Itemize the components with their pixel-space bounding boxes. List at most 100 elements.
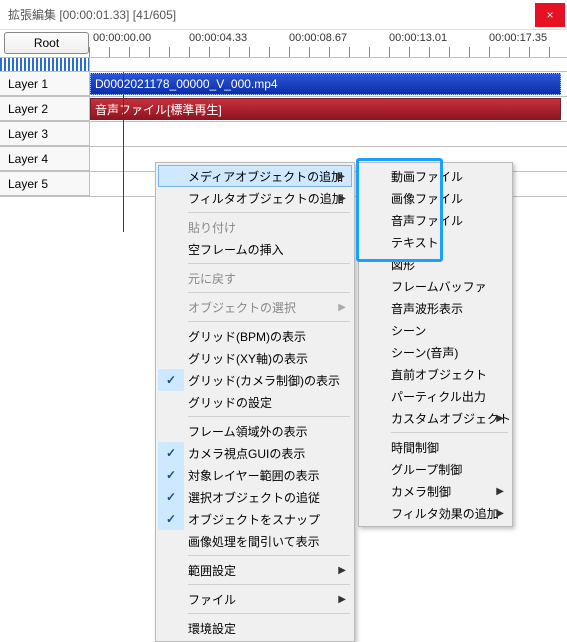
ruler-tick: 00:00:17.35 (489, 32, 547, 44)
submenu-prev-obj[interactable]: 直前オブジェクト (361, 363, 510, 385)
waveform-row (0, 58, 567, 72)
submenu-shape[interactable]: 図形 (361, 253, 510, 275)
ruler[interactable]: 00:00:00.00 00:00:04.33 00:00:08.67 00:0… (89, 30, 567, 57)
submenu-video-file[interactable]: 動画ファイル (361, 165, 510, 187)
menu-item-label: 画像ファイル (391, 190, 463, 207)
menu-item-label: 画像処理を間引いて表示 (188, 533, 320, 550)
submenu-image-file[interactable]: 画像ファイル (361, 187, 510, 209)
menu-file[interactable]: ファイル ▶ (158, 588, 352, 610)
menu-add-filter[interactable]: フィルタオブジェクトの追加 ▶ (158, 187, 352, 209)
menu-item-label: 直前オブジェクト (391, 366, 487, 383)
submenu-time-ctrl[interactable]: 時間制御 (361, 436, 510, 458)
ruler-tick: 00:00:04.33 (189, 32, 247, 44)
chevron-right-icon: ▶ (496, 413, 504, 424)
chevron-right-icon: ▶ (338, 565, 346, 576)
menu-frame-outside[interactable]: フレーム領域外の表示 (158, 420, 352, 442)
submenu-camera-ctrl[interactable]: カメラ制御 ▶ (361, 480, 510, 502)
menu-thin-image[interactable]: 画像処理を間引いて表示 (158, 530, 352, 552)
menu-insert-empty[interactable]: 空フレームの挿入 (158, 238, 352, 260)
context-menu: メディアオブジェクトの追加 ▶ フィルタオブジェクトの追加 ▶ 貼り付け 空フレ… (155, 162, 355, 642)
submenu-particle[interactable]: パーティクル出力 (361, 385, 510, 407)
menu-select-obj[interactable]: オブジェクトの選択 ▶ (158, 296, 352, 318)
ruler-marks (89, 47, 567, 57)
playhead[interactable] (123, 72, 124, 232)
menu-grid-settings[interactable]: グリッドの設定 (158, 391, 352, 413)
menu-item-label: グループ制御 (391, 461, 462, 478)
clip-video[interactable]: D0002021178_00000_V_000.mp4 (90, 73, 561, 95)
submenu-add-filter-effect[interactable]: フィルタ効果の追加 ▶ (361, 502, 510, 524)
titlebar: 拡張編集 [00:00:01.33] [41/605] × (0, 0, 567, 30)
submenu-audio-file[interactable]: 音声ファイル (361, 209, 510, 231)
menu-item-label: ファイル (188, 591, 236, 608)
menu-separator (188, 292, 350, 293)
submenu-scene-audio[interactable]: シーン(音声) (361, 341, 510, 363)
layer-row: Layer 3 (0, 122, 567, 147)
menu-item-label: フレーム領域外の表示 (188, 423, 308, 440)
menu-item-label: パーティクル出力 (391, 388, 486, 405)
menu-item-label: カメラ視点GUIの表示 (188, 445, 305, 462)
menu-item-label: テキスト (391, 234, 439, 251)
menu-separator (391, 432, 508, 433)
menu-item-label: カスタムオブジェクト (391, 410, 511, 427)
menu-paste[interactable]: 貼り付け (158, 216, 352, 238)
menu-item-label: 対象レイヤー範囲の表示 (188, 467, 320, 484)
submenu-wave-display[interactable]: 音声波形表示 (361, 297, 510, 319)
menu-camera-gui[interactable]: ✓ カメラ視点GUIの表示 (158, 442, 352, 464)
menu-range-settings[interactable]: 範囲設定 ▶ (158, 559, 352, 581)
menu-item-label: フィルタ効果の追加 (391, 505, 499, 522)
menu-undo[interactable]: 元に戻す (158, 267, 352, 289)
chevron-right-icon: ▶ (338, 302, 346, 313)
submenu-custom-obj[interactable]: カスタムオブジェクト ▶ (361, 407, 510, 429)
menu-item-label: カメラ制御 (391, 483, 451, 500)
menu-item-label: 選択オブジェクトの追従 (188, 489, 320, 506)
ruler-tick: 00:00:08.67 (289, 32, 347, 44)
close-button[interactable]: × (535, 3, 565, 27)
menu-item-label: 環境設定 (188, 620, 236, 637)
menu-item-label: 音声ファイル (391, 212, 463, 229)
track-1[interactable]: D0002021178_00000_V_000.mp4 (90, 72, 567, 96)
menu-separator (188, 263, 350, 264)
clip-audio[interactable]: 音声ファイル[標準再生] (90, 98, 561, 120)
menu-follow-sel[interactable]: ✓ 選択オブジェクトの追従 (158, 486, 352, 508)
chevron-right-icon: ▶ (338, 594, 346, 605)
layer-label-5[interactable]: Layer 5 (0, 172, 90, 196)
chevron-right-icon: ▶ (496, 486, 504, 497)
menu-item-label: シーン (391, 322, 426, 339)
track-2[interactable]: 音声ファイル[標準再生] (90, 97, 567, 121)
layer-label-1[interactable]: Layer 1 (0, 72, 90, 96)
menu-add-media[interactable]: メディアオブジェクトの追加 ▶ (158, 165, 352, 187)
waveform-area[interactable] (90, 58, 567, 71)
menu-separator (188, 555, 350, 556)
menu-item-label: 元に戻す (188, 270, 236, 287)
menu-item-label: シーン(音声) (391, 344, 458, 361)
menu-item-label: グリッド(XY軸)の表示 (188, 350, 308, 367)
clip-audio-label: 音声ファイル[標準再生] (95, 101, 222, 118)
submenu-framebuffer[interactable]: フレームバッファ (361, 275, 510, 297)
track-3[interactable] (90, 122, 567, 146)
menu-item-label: グリッド(BPM)の表示 (188, 328, 306, 345)
window-title: 拡張編集 [00:00:01.33] [41/605] (8, 6, 176, 23)
root-button[interactable]: Root (4, 32, 89, 54)
menu-env[interactable]: 環境設定 (158, 617, 352, 639)
check-icon: ✓ (158, 442, 184, 464)
menu-item-label: オブジェクトをスナップ (188, 511, 320, 528)
menu-separator (188, 613, 350, 614)
submenu-scene[interactable]: シーン (361, 319, 510, 341)
menu-grid-bpm[interactable]: グリッド(BPM)の表示 (158, 325, 352, 347)
root-button-label: Root (34, 36, 59, 50)
layer-label-4[interactable]: Layer 4 (0, 147, 90, 171)
menu-snap[interactable]: ✓ オブジェクトをスナップ (158, 508, 352, 530)
submenu-group-ctrl[interactable]: グループ制御 (361, 458, 510, 480)
menu-grid-camera[interactable]: ✓ グリッド(カメラ制御)の表示 (158, 369, 352, 391)
chevron-right-icon: ▶ (338, 193, 346, 204)
menu-item-label: 動画ファイル (391, 168, 463, 185)
menu-grid-xy[interactable]: グリッド(XY軸)の表示 (158, 347, 352, 369)
layer-label-2[interactable]: Layer 2 (0, 97, 90, 121)
check-icon: ✓ (158, 508, 184, 530)
menu-separator (188, 321, 350, 322)
layer-label-3[interactable]: Layer 3 (0, 122, 90, 146)
menu-layer-range[interactable]: ✓ 対象レイヤー範囲の表示 (158, 464, 352, 486)
submenu-text[interactable]: テキスト (361, 231, 510, 253)
menu-item-label: フィルタオブジェクトの追加 (188, 190, 344, 207)
ruler-tick: 00:00:00.00 (93, 32, 151, 44)
